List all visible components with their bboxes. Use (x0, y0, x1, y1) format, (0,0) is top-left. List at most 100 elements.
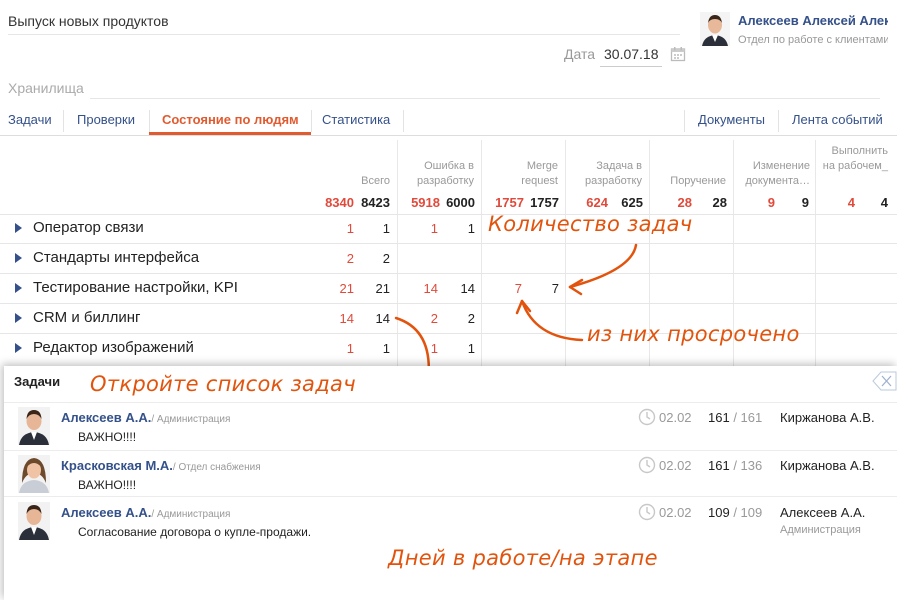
days-on-stage: 109 (740, 505, 763, 520)
task-text[interactable]: ВАЖНО!!!! (78, 478, 136, 492)
author-name[interactable]: Алексеев А.А. (61, 505, 151, 520)
task-date: 02.02 (659, 458, 692, 473)
cell-count[interactable]: 14 (356, 311, 390, 326)
row-label[interactable]: Стандарты интерфейса (33, 249, 199, 266)
row-divider (0, 214, 897, 215)
total-count: 1757 (530, 195, 559, 210)
author-name[interactable]: Красковская М.А. (61, 458, 173, 473)
expand-arrow-icon[interactable] (15, 343, 22, 353)
row-label[interactable]: Тестирование настройки, KPI (33, 279, 238, 296)
tab-statistics[interactable]: Статистика (322, 112, 390, 127)
tab-tasks[interactable]: Задачи (8, 112, 52, 127)
row-divider (0, 303, 897, 304)
task-text[interactable]: ВАЖНО!!!! (78, 430, 136, 444)
cell-overdue[interactable]: 2 (318, 251, 354, 266)
cell-overdue[interactable]: 14 (318, 311, 354, 326)
executor-dept: Администрация (780, 524, 861, 536)
row-label[interactable]: Оператор связи (33, 219, 144, 236)
panel-divider (4, 402, 897, 403)
cell-overdue[interactable]: 7 (486, 281, 522, 296)
total-count: 8423 (361, 195, 390, 210)
close-icon[interactable] (867, 368, 897, 394)
tab-reviews[interactable]: Проверки (77, 112, 135, 127)
tab-people-status[interactable]: Состояние по людям (162, 112, 299, 127)
date-underline (600, 66, 662, 67)
col-header-bug[interactable]: Ошибка в разработку (404, 159, 474, 189)
arrowhead-icon (568, 278, 584, 296)
col-header-workplace[interactable]: Выполнить на рабочем_ (820, 144, 888, 174)
total-count: 28 (712, 195, 727, 210)
author-dept: Отдел снабжения (178, 462, 261, 473)
storage-field[interactable] (90, 98, 880, 99)
cell-overdue[interactable]: 14 (402, 281, 438, 296)
cell-count[interactable]: 7 (525, 281, 559, 296)
cell-count[interactable]: 1 (441, 221, 475, 236)
tab-divider (149, 110, 150, 132)
task-date: 02.02 (659, 505, 692, 520)
task-executor[interactable]: Киржанова А.В. (780, 410, 875, 425)
user-avatar[interactable] (700, 12, 730, 46)
cell-count[interactable]: 2 (356, 251, 390, 266)
col-header-merge[interactable]: Merge request (498, 159, 558, 189)
cell-overdue[interactable]: 1 (318, 221, 354, 236)
tab-documents[interactable]: Документы (698, 112, 765, 127)
task-executor[interactable]: Киржанова А.В. (780, 458, 875, 473)
days-on-stage: 161 (740, 410, 763, 425)
row-label[interactable]: Редактор изображений (33, 339, 194, 356)
tab-divider (63, 110, 64, 132)
expand-arrow-icon[interactable] (15, 283, 22, 293)
cell-overdue[interactable]: 1 (318, 341, 354, 356)
days-in-work: 109 (708, 505, 730, 520)
total-count: 9 (801, 195, 809, 210)
annotation-days: Дней в работе/на этапе (388, 546, 658, 570)
task-days: 109 / 109 (708, 505, 762, 520)
panel-title: Задачи (14, 374, 61, 389)
author-name[interactable]: Алексеев А.А. (61, 410, 151, 425)
task-author[interactable]: Алексеев А.А./ Администрация (61, 505, 230, 520)
row-divider (0, 243, 897, 244)
col-header-total[interactable]: Всего (320, 174, 390, 189)
tab-divider (403, 110, 404, 132)
total-overdue: 624 (586, 195, 608, 210)
cell-overdue[interactable]: 2 (402, 311, 438, 326)
days-separator: / (729, 505, 741, 520)
cell-overdue[interactable]: 1 (402, 341, 438, 356)
expand-arrow-icon[interactable] (15, 313, 22, 323)
col-header-assignment[interactable]: Поручение (656, 174, 726, 189)
days-in-work: 161 (708, 410, 730, 425)
task-text[interactable]: Согласование договора о купле-продажи. (78, 525, 311, 539)
date-field[interactable]: 30.07.18 (604, 46, 659, 62)
col-header-doc-change[interactable]: Изменение документа… (740, 159, 810, 189)
page-title[interactable]: Выпуск новых продуктов (8, 13, 169, 29)
active-tab-indicator (149, 132, 311, 135)
expand-arrow-icon[interactable] (15, 253, 22, 263)
arrow-to-count (568, 243, 638, 289)
calendar-icon[interactable] (670, 46, 686, 62)
cell-overdue[interactable]: 21 (318, 281, 354, 296)
days-separator: / (729, 410, 741, 425)
task-date: 02.02 (659, 410, 692, 425)
cell-count[interactable]: 1 (356, 221, 390, 236)
total-overdue: 28 (677, 195, 692, 210)
tab-event-feed[interactable]: Лента событий (792, 112, 883, 127)
user-name[interactable]: Алексеев Алексей Алексеевич (738, 13, 888, 28)
col-header-task[interactable]: Задача в разработку (572, 159, 642, 189)
total-overdue: 8340 (325, 195, 354, 210)
arrow-to-overdue (520, 299, 584, 342)
days-on-stage: 136 (740, 458, 763, 473)
date-label: Дата (564, 46, 596, 62)
cell-count[interactable]: 21 (356, 281, 390, 296)
cell-count[interactable]: 1 (441, 341, 475, 356)
tab-divider (778, 110, 779, 132)
cell-count[interactable]: 2 (441, 311, 475, 326)
expand-arrow-icon[interactable] (15, 223, 22, 233)
cell-overdue[interactable]: 1 (402, 221, 438, 236)
row-label[interactable]: CRM и биллинг (33, 309, 140, 326)
task-author[interactable]: Красковская М.А./ Отдел снабжения (61, 458, 261, 473)
cell-count[interactable]: 14 (441, 281, 475, 296)
annotation-open-list: Откройте список задач (90, 372, 356, 396)
cell-count[interactable]: 1 (356, 341, 390, 356)
task-executor[interactable]: Алексеев А.А. (780, 505, 865, 520)
task-author[interactable]: Алексеев А.А./ Администрация (61, 410, 230, 425)
panel-divider (4, 450, 897, 451)
